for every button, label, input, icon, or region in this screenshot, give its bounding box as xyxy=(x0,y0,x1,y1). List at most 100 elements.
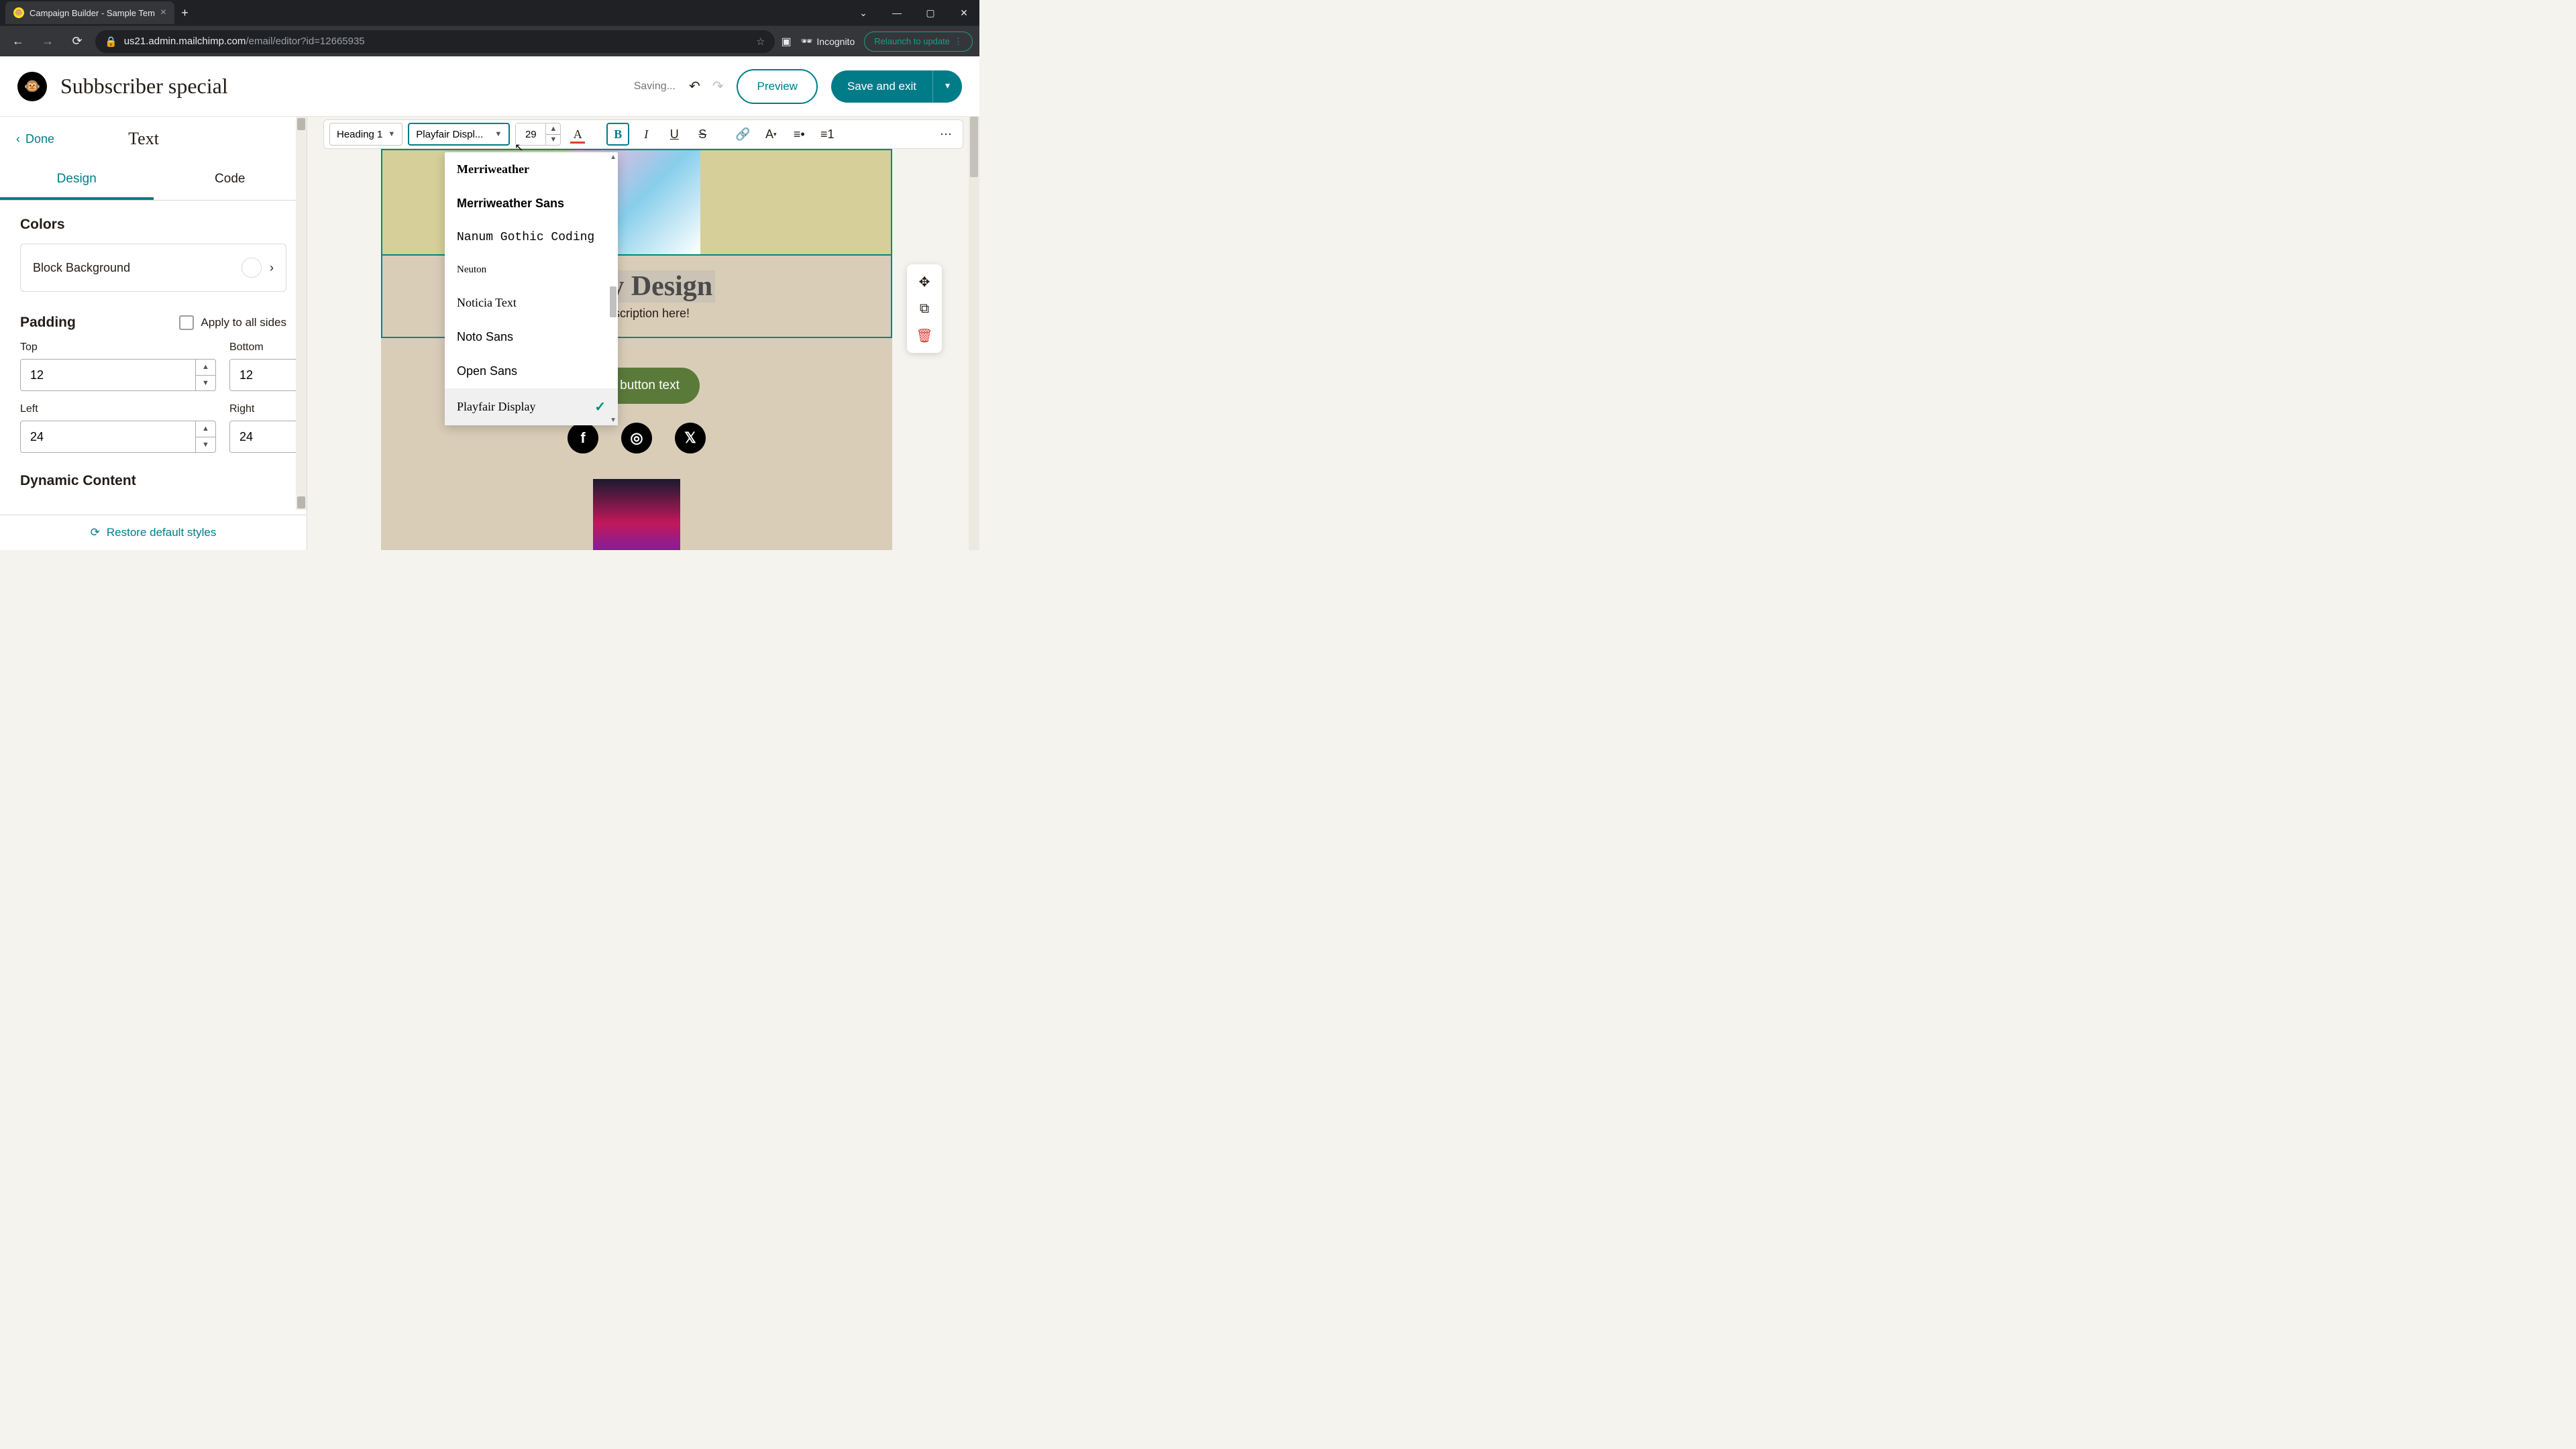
strikethrough-button[interactable]: S xyxy=(691,123,714,146)
font-dropdown: ▲ ▼ MerriweatherMerriweather SansNanum G… xyxy=(445,152,618,425)
star-icon[interactable]: ☆ xyxy=(756,36,765,48)
font-option[interactable]: Playfair Display✓ xyxy=(445,388,618,425)
scroll-up-icon[interactable]: ▲ xyxy=(610,154,616,161)
tab-bar: 🐵 Campaign Builder - Sample Tem × + ⌄ — … xyxy=(0,0,979,25)
mailchimp-logo-icon[interactable]: 🐵 xyxy=(17,72,47,101)
tab-close-icon[interactable]: × xyxy=(160,7,166,19)
apply-all-checkbox[interactable] xyxy=(179,315,194,330)
tab-title: Campaign Builder - Sample Tem xyxy=(30,8,155,18)
padding-left-label: Left xyxy=(20,403,216,415)
padding-right-input[interactable] xyxy=(230,421,307,452)
number-list-button[interactable]: ≡1 xyxy=(816,123,839,146)
x-twitter-icon[interactable]: 𝕏 xyxy=(675,423,706,453)
bullet-list-button[interactable]: ≡• xyxy=(788,123,810,146)
campaign-title[interactable]: Subbscriber special xyxy=(60,74,228,99)
block-background-row[interactable]: Block Background › xyxy=(20,244,286,292)
sidebar-scrollbar[interactable] xyxy=(296,117,307,510)
url-input[interactable]: 🔒 us21.admin.mailchimp.com/email/editor?… xyxy=(95,30,775,53)
font-option[interactable]: Neuton xyxy=(445,254,618,286)
padding-top-input[interactable] xyxy=(21,360,195,390)
extensions-icon[interactable]: ▣ xyxy=(782,35,792,48)
step-down-icon[interactable]: ▼ xyxy=(546,135,560,146)
preview-button[interactable]: Preview xyxy=(737,69,817,104)
save-exit-group: Save and exit ▾ xyxy=(831,70,962,103)
floating-block-tools: ✥ ⧉ 🗑 xyxy=(907,264,942,353)
restore-styles-link[interactable]: ⟳ Restore default styles xyxy=(0,515,307,550)
padding-left-stepper: ▲▼ xyxy=(20,421,216,453)
padding-right-label: Right xyxy=(229,403,307,415)
sidebar-tabs: Design Code xyxy=(0,161,307,201)
instagram-icon[interactable]: ◎ xyxy=(621,423,652,453)
font-size-input[interactable] xyxy=(516,123,545,145)
save-exit-button[interactable]: Save and exit xyxy=(831,70,932,103)
move-block-icon[interactable]: ✥ xyxy=(911,268,938,295)
padding-top-stepper: ▲▼ xyxy=(20,359,216,391)
padding-bottom-stepper: ▲▼ xyxy=(229,359,307,391)
saving-status: Saving... xyxy=(634,80,676,93)
done-link[interactable]: ‹ Done xyxy=(16,132,54,146)
italic-button[interactable]: I xyxy=(635,123,657,146)
relaunch-button[interactable]: Relaunch to update ⋮ xyxy=(864,32,973,52)
step-down-icon[interactable]: ▼ xyxy=(196,376,215,391)
tab-favicon-icon: 🐵 xyxy=(13,7,24,18)
color-swatch-icon xyxy=(241,258,262,278)
colors-heading: Colors xyxy=(20,217,286,233)
text-size-button[interactable]: A▾ xyxy=(759,123,782,146)
underline-button[interactable]: U xyxy=(663,123,686,146)
step-up-icon[interactable]: ▲ xyxy=(196,421,215,437)
scroll-thumb[interactable] xyxy=(970,117,978,177)
scroll-down-icon[interactable] xyxy=(297,496,305,508)
padding-right-stepper: ▲▼ xyxy=(229,421,307,453)
close-window-icon[interactable]: ✕ xyxy=(949,0,979,25)
browser-tab[interactable]: 🐵 Campaign Builder - Sample Tem × xyxy=(5,1,174,24)
step-down-icon[interactable]: ▼ xyxy=(196,437,215,453)
incognito-icon: 🕶 xyxy=(801,36,813,47)
link-button[interactable]: 🔗 xyxy=(731,123,754,146)
dropdown-scrollbar[interactable]: ▲ ▼ xyxy=(608,152,618,425)
font-option[interactable]: Merriweather Sans xyxy=(445,186,618,221)
sidebar: ‹ Done Text Design Code Colors Block Bac… xyxy=(0,117,307,550)
font-option[interactable]: Noto Sans xyxy=(445,320,618,354)
maximize-icon[interactable]: ▢ xyxy=(915,0,946,25)
scroll-thumb[interactable] xyxy=(610,286,616,317)
text-toolbar: Heading 1 ▼ Playfair Displ... ▼ ▲▼ A B I… xyxy=(323,119,963,149)
lock-icon: 🔒 xyxy=(105,36,117,48)
undo-icon[interactable]: ↶ xyxy=(689,78,700,95)
padding-left-input[interactable] xyxy=(21,421,195,452)
address-bar: ← → ⟳ 🔒 us21.admin.mailchimp.com/email/e… xyxy=(0,25,979,56)
minimize-icon[interactable]: — xyxy=(881,0,912,25)
scroll-down-icon[interactable]: ▼ xyxy=(610,417,616,424)
bold-button[interactable]: B xyxy=(606,123,629,146)
font-family-select[interactable]: Playfair Displ... ▼ xyxy=(408,123,510,146)
new-tab-button[interactable]: + xyxy=(174,6,195,20)
duplicate-block-icon[interactable]: ⧉ xyxy=(911,295,938,322)
font-option[interactable]: Noticia Text xyxy=(445,286,618,320)
more-options-button[interactable]: ⋯ xyxy=(934,123,957,146)
font-option[interactable]: Merriweather xyxy=(445,152,618,186)
text-color-button[interactable]: A xyxy=(566,123,589,146)
reload-icon[interactable]: ⟳ xyxy=(66,30,89,53)
save-dropdown-icon[interactable]: ▾ xyxy=(932,70,962,103)
font-option[interactable]: Nanum Gothic Coding xyxy=(445,221,618,254)
facebook-icon[interactable]: f xyxy=(568,423,598,453)
step-up-icon[interactable]: ▲ xyxy=(196,360,215,376)
padding-bottom-label: Bottom xyxy=(229,341,307,354)
chevron-left-icon: ‹ xyxy=(16,132,20,146)
tabs-dropdown-icon[interactable]: ⌄ xyxy=(848,0,879,25)
canvas-scrollbar[interactable] xyxy=(969,117,979,550)
footer-image[interactable] xyxy=(593,479,680,550)
padding-heading: Padding xyxy=(20,315,76,331)
padding-top-label: Top xyxy=(20,341,216,354)
panel-title: Text xyxy=(128,129,159,149)
tab-code[interactable]: Code xyxy=(154,161,307,200)
scroll-up-icon[interactable] xyxy=(297,118,305,130)
tab-design[interactable]: Design xyxy=(0,161,154,200)
step-up-icon[interactable]: ▲ xyxy=(546,123,560,135)
padding-bottom-input[interactable] xyxy=(230,360,307,390)
font-option[interactable]: Open Sans xyxy=(445,354,618,388)
text-style-select[interactable]: Heading 1 ▼ xyxy=(329,123,402,146)
redo-icon: ↷ xyxy=(712,78,724,95)
apply-all-label: Apply to all sides xyxy=(201,316,286,329)
delete-block-icon[interactable]: 🗑 xyxy=(911,322,938,349)
back-icon[interactable]: ← xyxy=(7,30,30,53)
